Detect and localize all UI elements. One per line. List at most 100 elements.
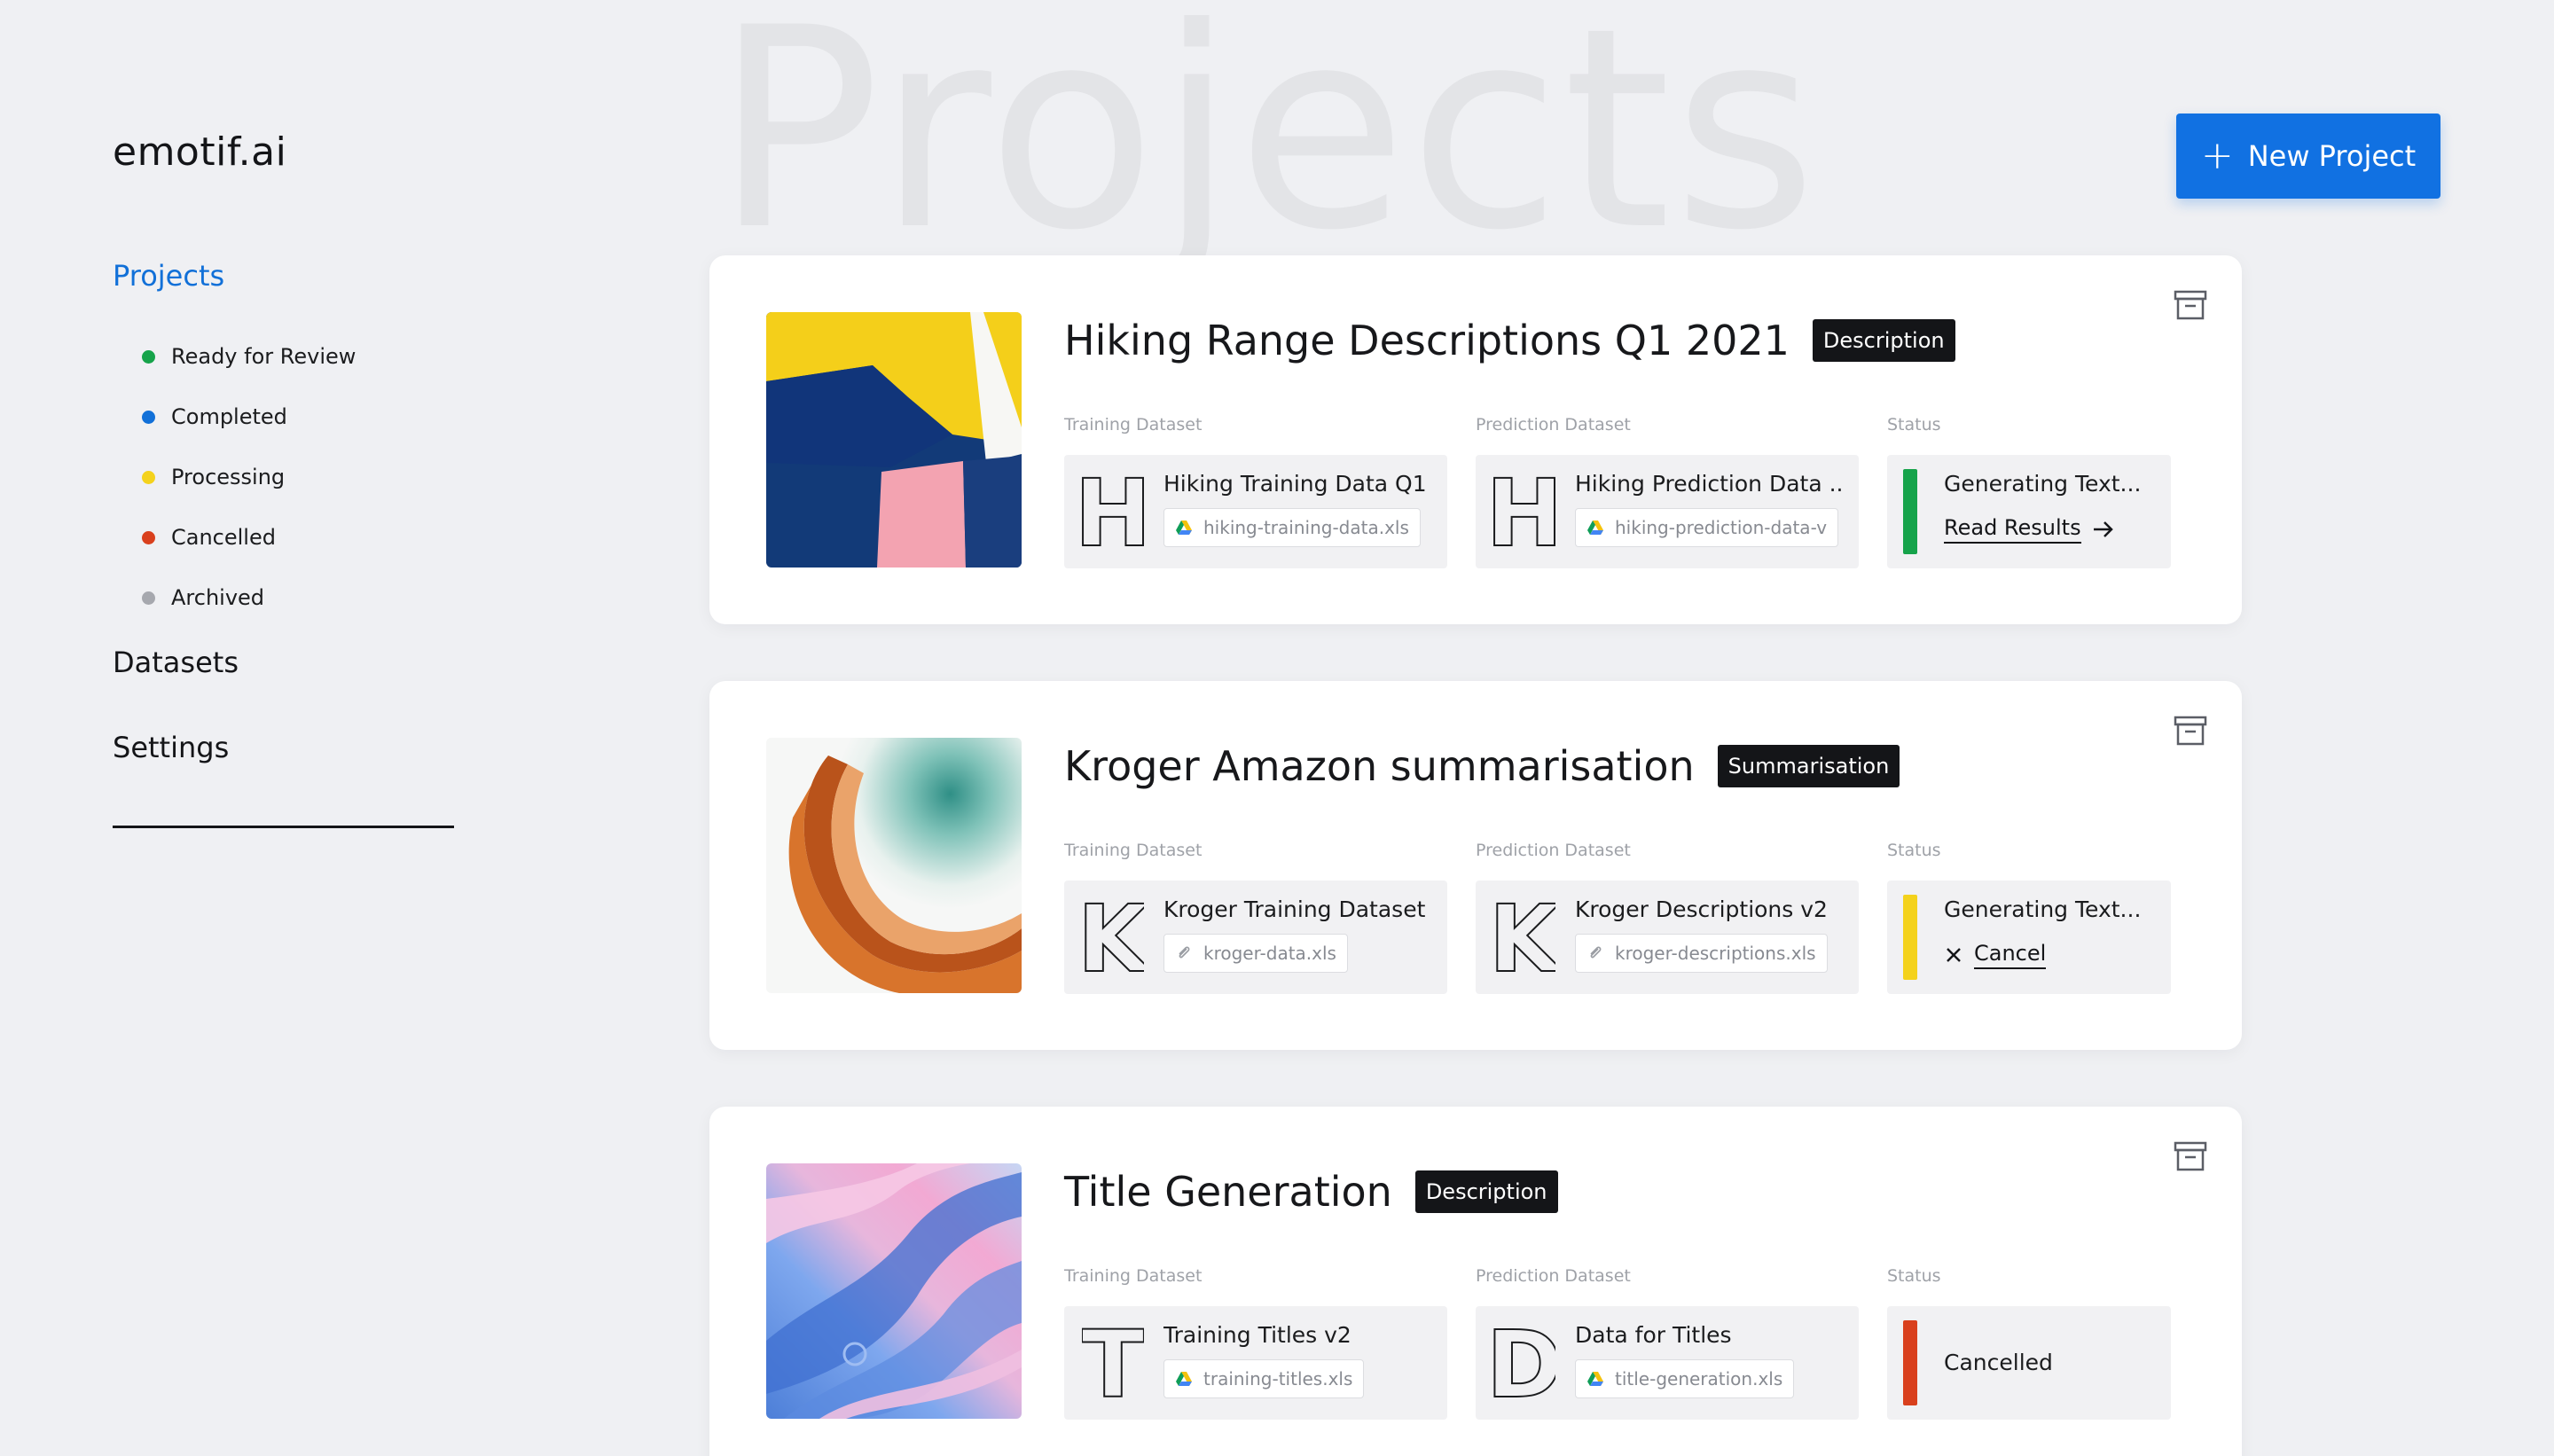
filter-label: Completed [171, 404, 287, 429]
status-label: Status [1887, 841, 1941, 860]
prediction-dataset[interactable]: K Kroger Descriptions v2 kroger-descript… [1476, 881, 1859, 994]
status-label: Status [1887, 415, 1941, 434]
dataset-name: Data for Titles [1575, 1322, 1732, 1348]
filter-completed[interactable]: Completed [142, 387, 356, 447]
svg-text:T: T [1082, 1322, 1144, 1404]
filter-label: Archived [171, 585, 265, 610]
dataset-letter-icon: T [1082, 1322, 1144, 1404]
plus-icon: + [2200, 133, 2234, 178]
project-type-badge: Description [1414, 1170, 1558, 1213]
project-title[interactable]: Title Generation [1064, 1168, 1392, 1216]
status-indicator-bar [1903, 1320, 1917, 1405]
status-dot-gray [142, 591, 155, 605]
project-card[interactable]: Title Generation Description Training Da… [709, 1107, 2242, 1456]
archive-icon[interactable] [2173, 287, 2208, 323]
project-type-badge: Summarisation [1717, 745, 1900, 787]
dataset-letter-icon: H [1493, 471, 1555, 552]
filter-label: Ready for Review [171, 344, 356, 369]
archive-icon[interactable] [2173, 713, 2208, 748]
google-drive-icon [1587, 1372, 1603, 1386]
project-title[interactable]: Hiking Range Descriptions Q1 2021 [1064, 317, 1790, 364]
prediction-dataset[interactable]: H Hiking Prediction Data ... hiking-pred… [1476, 455, 1859, 568]
dataset-file-chip[interactable]: training-titles.xls [1163, 1359, 1365, 1398]
project-status: Cancelled [1887, 1306, 2171, 1420]
brand-logo[interactable]: emotif.ai [113, 129, 286, 175]
status-dot-yellow [142, 470, 155, 484]
dataset-letter-icon: D [1493, 1322, 1555, 1404]
dataset-filename: kroger-descriptions.xls [1615, 943, 1816, 964]
arrow-right-icon [2093, 521, 2113, 537]
dataset-filename: kroger-data.xls [1203, 943, 1336, 964]
training-dataset[interactable]: H Hiking Training Data Q1 ... hiking-tra… [1064, 455, 1447, 568]
new-project-button[interactable]: + New Project [2176, 114, 2440, 199]
paperclip-icon [1590, 946, 1602, 959]
training-dataset-label: Training Dataset [1064, 841, 1203, 860]
paperclip-icon [1179, 946, 1190, 959]
nav-settings[interactable]: Settings [113, 731, 229, 764]
archive-icon[interactable] [2173, 1139, 2208, 1174]
prediction-dataset[interactable]: D Data for Titles title-generation.xls [1476, 1306, 1859, 1420]
read-results-label: Read Results [1944, 515, 2081, 544]
dataset-letter-icon: H [1082, 471, 1144, 552]
status-dot-red [142, 530, 155, 544]
status-text: Cancelled [1944, 1350, 2053, 1375]
filter-cancelled[interactable]: Cancelled [142, 507, 356, 568]
read-results-link[interactable]: Read Results [1944, 515, 2115, 544]
project-status: Generating Text... Cancel [1887, 881, 2171, 994]
dataset-name: Training Titles v2 [1163, 1322, 1351, 1348]
project-status-filters: Ready for Review Completed Processing Ca… [142, 326, 356, 628]
status-indicator-bar [1903, 469, 1917, 554]
filter-archived[interactable]: Archived [142, 568, 356, 628]
dataset-file-chip[interactable]: kroger-data.xls [1163, 934, 1348, 973]
sidebar-divider [113, 826, 454, 828]
training-dataset[interactable]: T Training Titles v2 training-titles.xls [1064, 1306, 1447, 1420]
new-project-label: New Project [2247, 139, 2417, 173]
filter-processing[interactable]: Processing [142, 447, 356, 507]
status-text: Generating Text... [1944, 896, 2142, 922]
dataset-letter-icon: K [1493, 896, 1555, 978]
project-card[interactable]: Kroger Amazon summarisation Summarisatio… [709, 681, 2242, 1050]
svg-text:H: H [1082, 471, 1144, 552]
training-dataset-label: Training Dataset [1064, 415, 1203, 434]
prediction-dataset-label: Prediction Dataset [1476, 841, 1631, 860]
dataset-file-chip[interactable]: hiking-training-data.xls [1163, 508, 1421, 547]
svg-text:K: K [1082, 896, 1144, 978]
project-thumbnail [766, 738, 1022, 993]
page-title-watermark: Projects [714, 0, 1820, 291]
svg-text:K: K [1493, 896, 1555, 978]
nav-projects[interactable]: Projects [113, 259, 224, 293]
training-dataset[interactable]: K Kroger Training Dataset kroger-data.xl… [1064, 881, 1447, 994]
google-drive-icon [1176, 521, 1192, 535]
status-dot-blue [142, 410, 155, 424]
project-card[interactable]: Hiking Range Descriptions Q1 2021 Descri… [709, 255, 2242, 624]
project-thumbnail [766, 312, 1022, 568]
svg-text:H: H [1493, 471, 1555, 552]
dataset-file-chip[interactable]: kroger-descriptions.xls [1575, 934, 1828, 973]
dataset-name: Hiking Prediction Data ... [1575, 471, 1841, 497]
filter-label: Processing [171, 465, 286, 489]
status-text: Generating Text... [1944, 471, 2142, 497]
google-drive-icon [1587, 521, 1603, 535]
project-thumbnail [766, 1163, 1022, 1419]
cancel-button[interactable]: Cancel [1944, 941, 2047, 969]
dataset-filename: training-titles.xls [1203, 1368, 1353, 1389]
svg-text:D: D [1493, 1322, 1555, 1404]
dataset-file-chip[interactable]: title-generation.xls [1575, 1359, 1795, 1398]
status-dot-green [142, 349, 155, 364]
nav-datasets[interactable]: Datasets [113, 646, 239, 679]
dataset-filename: title-generation.xls [1615, 1368, 1783, 1389]
project-status: Generating Text... Read Results [1887, 455, 2171, 568]
filter-ready-for-review[interactable]: Ready for Review [142, 326, 356, 387]
dataset-filename: hiking-training-data.xls [1203, 517, 1409, 538]
status-indicator-bar [1903, 895, 1917, 980]
prediction-dataset-label: Prediction Dataset [1476, 1266, 1631, 1286]
project-title[interactable]: Kroger Amazon summarisation [1064, 742, 1695, 790]
dataset-file-chip[interactable]: hiking-prediction-data-v [1575, 508, 1839, 547]
filter-label: Cancelled [171, 525, 276, 550]
close-icon [1947, 948, 1961, 962]
cancel-label: Cancel [1974, 941, 2047, 969]
training-dataset-label: Training Dataset [1064, 1266, 1203, 1286]
status-label: Status [1887, 1266, 1941, 1286]
dataset-name: Kroger Descriptions v2 [1575, 896, 1828, 922]
prediction-dataset-label: Prediction Dataset [1476, 415, 1631, 434]
